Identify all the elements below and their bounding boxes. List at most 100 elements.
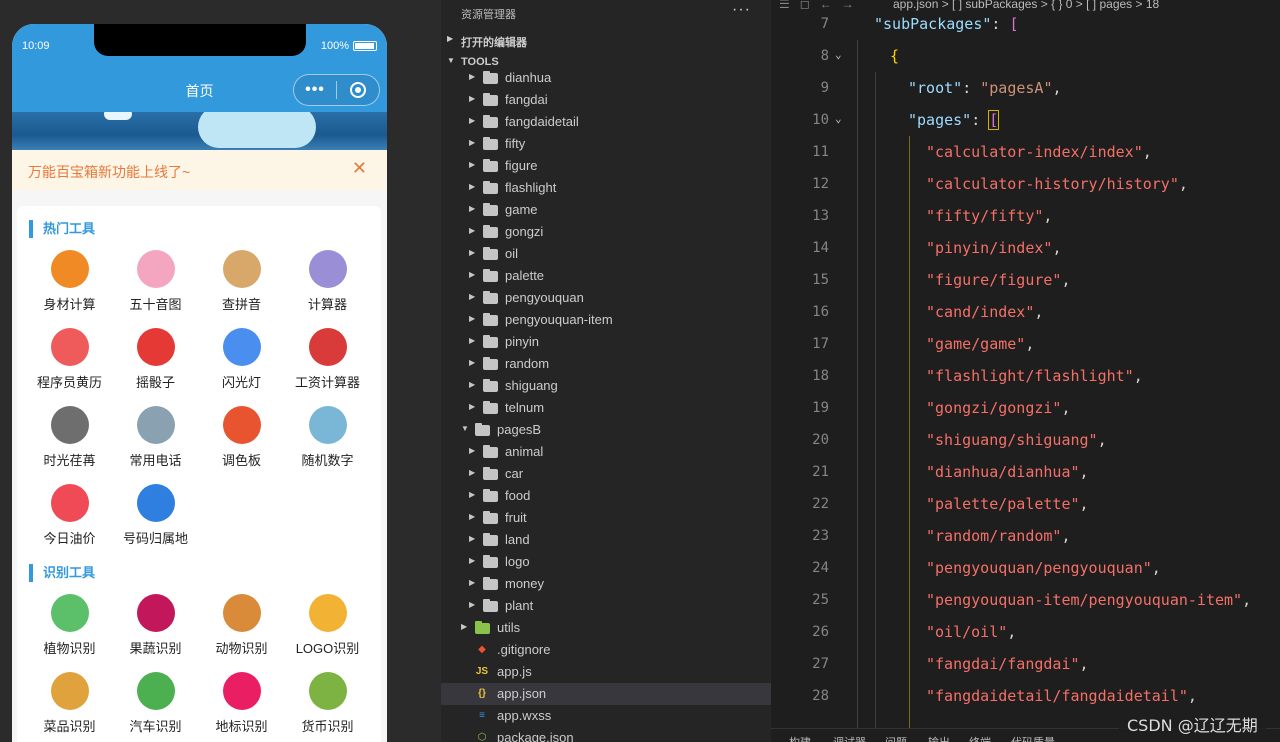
- code-line[interactable]: 23 "random/random",: [771, 520, 1280, 552]
- tool-item[interactable]: 工资计算器: [282, 328, 373, 391]
- tool-item[interactable]: 五十音图: [110, 250, 201, 313]
- tree-folder[interactable]: ▶ fangdaidetail: [441, 111, 771, 133]
- json-comma: ,: [1052, 79, 1062, 97]
- code-line[interactable]: 24 "pengyouquan/pengyouquan",: [771, 552, 1280, 584]
- code-line[interactable]: 18 "flashlight/flashlight",: [771, 360, 1280, 392]
- tree-folder[interactable]: ▶ fifty: [441, 133, 771, 155]
- json-string: "palette/palette": [926, 495, 1080, 513]
- tool-item[interactable]: 随机数字: [282, 406, 373, 469]
- code-line[interactable]: 19 "gongzi/gongzi",: [771, 392, 1280, 424]
- fold-icon[interactable]: ⌄: [835, 48, 842, 61]
- tree-folder[interactable]: ▼ pagesB: [441, 419, 771, 441]
- tool-item[interactable]: 闪光灯: [196, 328, 287, 391]
- tree-folder[interactable]: ▶ gongzi: [441, 221, 771, 243]
- tree-folder[interactable]: ▶ pinyin: [441, 331, 771, 353]
- tree-folder[interactable]: ▶ fruit: [441, 507, 771, 529]
- tool-item[interactable]: 汽车识别: [110, 672, 201, 735]
- tree-folder[interactable]: ▶ utils: [441, 617, 771, 639]
- fold-icon[interactable]: ⌄: [835, 112, 842, 125]
- close-icon[interactable]: ✕: [352, 158, 367, 179]
- tree-file[interactable]: ≡ app.wxss: [441, 705, 771, 727]
- tree-file[interactable]: ⬡ package.json: [441, 727, 771, 742]
- tool-item[interactable]: 菜品识别: [24, 672, 115, 735]
- tree-folder[interactable]: ▶ pengyouquan: [441, 287, 771, 309]
- banner-image[interactable]: [12, 112, 387, 150]
- code-line[interactable]: 25 "pengyouquan-item/pengyouquan-item",: [771, 584, 1280, 616]
- flashlight-icon: [222, 328, 261, 366]
- tree-file[interactable]: ◆ .gitignore: [441, 639, 771, 661]
- tree-file[interactable]: JS app.js: [441, 661, 771, 683]
- tree-folder[interactable]: ▶ figure: [441, 155, 771, 177]
- code-line[interactable]: 17 "game/game",: [771, 328, 1280, 360]
- tool-item[interactable]: 动物识别: [196, 594, 287, 657]
- tree-folder[interactable]: ▶ plant: [441, 595, 771, 617]
- car-icon: [136, 672, 175, 710]
- code-line[interactable]: 10 ⌄ "pages": [: [771, 104, 1280, 136]
- tree-folder[interactable]: ▶ pengyouquan-item: [441, 309, 771, 331]
- panel-tab[interactable]: 代码质量: [1011, 734, 1055, 742]
- panel-tab[interactable]: 调试器: [833, 734, 866, 742]
- tree-folder[interactable]: ▶ flashlight: [441, 177, 771, 199]
- tool-item[interactable]: 植物识别: [24, 594, 115, 657]
- more-actions-icon[interactable]: ···: [732, 1, 751, 19]
- tool-item[interactable]: 今日油价: [24, 484, 115, 547]
- code-line[interactable]: 20 "shiguang/shiguang",: [771, 424, 1280, 456]
- tool-item[interactable]: 货币识别: [282, 672, 373, 735]
- tool-item[interactable]: 调色板: [196, 406, 287, 469]
- code-line[interactable]: 11 "calculator-index/index",: [771, 136, 1280, 168]
- tree-file[interactable]: {} app.json: [441, 683, 771, 705]
- code-text: "figure/figure",: [926, 271, 1071, 289]
- panel-tab[interactable]: 输出: [928, 734, 950, 742]
- code-line[interactable]: 26 "oil/oil",: [771, 616, 1280, 648]
- tree-folder[interactable]: ▶ shiguang: [441, 375, 771, 397]
- code-line[interactable]: 9 "root": "pagesA",: [771, 72, 1280, 104]
- code-editor[interactable]: ☰◻←→ app.json > [ ] subPackages > { } 0 …: [771, 0, 1280, 742]
- close-miniprogram-button[interactable]: [337, 82, 379, 98]
- code-line[interactable]: 27 "fangdai/fangdai",: [771, 648, 1280, 680]
- tool-item[interactable]: 时光荏苒: [24, 406, 115, 469]
- tool-item[interactable]: 常用电话: [110, 406, 201, 469]
- tool-item[interactable]: 程序员黄历: [24, 328, 115, 391]
- tree-folder[interactable]: ▶ land: [441, 529, 771, 551]
- folder-icon: [483, 335, 498, 348]
- panel-tab[interactable]: 问题: [885, 734, 907, 742]
- code-line[interactable]: 22 "palette/palette",: [771, 488, 1280, 520]
- tool-item[interactable]: 查拼音: [196, 250, 287, 313]
- code-line[interactable]: 15 "figure/figure",: [771, 264, 1280, 296]
- tree-folder[interactable]: ▶ money: [441, 573, 771, 595]
- panel-tab[interactable]: 终端: [969, 734, 991, 742]
- code-line[interactable]: 16 "cand/index",: [771, 296, 1280, 328]
- code-line[interactable]: 7 "subPackages": [: [771, 8, 1280, 40]
- code-line[interactable]: 12 "calculator-history/history",: [771, 168, 1280, 200]
- panel-tab[interactable]: 构建: [789, 734, 811, 742]
- open-editors-section[interactable]: ▶ 打开的编辑器: [441, 29, 771, 51]
- tree-folder[interactable]: ▶ animal: [441, 441, 771, 463]
- tree-folder[interactable]: ▶ dianhua: [441, 67, 771, 89]
- chevron-right-icon: ▶: [469, 490, 476, 499]
- tree-folder[interactable]: ▶ fangdai: [441, 89, 771, 111]
- code-line[interactable]: 8 ⌄ {: [771, 40, 1280, 72]
- code-line[interactable]: 21 "dianhua/dianhua",: [771, 456, 1280, 488]
- tool-item[interactable]: LOGO识别: [282, 594, 373, 657]
- tree-folder[interactable]: ▶ telnum: [441, 397, 771, 419]
- tree-folder[interactable]: ▶ game: [441, 199, 771, 221]
- tool-item[interactable]: 摇骰子: [110, 328, 201, 391]
- code-text: "pinyin/index",: [926, 239, 1061, 257]
- tool-item[interactable]: 号码归属地: [110, 484, 201, 547]
- tree-folder[interactable]: ▶ logo: [441, 551, 771, 573]
- code-line[interactable]: 13 "fifty/fifty",: [771, 200, 1280, 232]
- tree-folder[interactable]: ▶ random: [441, 353, 771, 375]
- tool-item[interactable]: 身材计算: [24, 250, 115, 313]
- tree-folder[interactable]: ▶ food: [441, 485, 771, 507]
- code-line[interactable]: 28 "fangdaidetail/fangdaidetail",: [771, 680, 1280, 712]
- more-menu-icon[interactable]: •••: [294, 81, 336, 99]
- tree-folder[interactable]: ▶ car: [441, 463, 771, 485]
- json-icon: {}: [478, 688, 486, 699]
- tool-item[interactable]: 地标识别: [196, 672, 287, 735]
- tree-folder[interactable]: ▶ palette: [441, 265, 771, 287]
- tool-item[interactable]: 计算器: [282, 250, 373, 313]
- tool-item[interactable]: 果蔬识别: [110, 594, 201, 657]
- code-line[interactable]: 14 "pinyin/index",: [771, 232, 1280, 264]
- json-string: "pengyouquan-item/pengyouquan-item": [926, 591, 1243, 609]
- tree-folder[interactable]: ▶ oil: [441, 243, 771, 265]
